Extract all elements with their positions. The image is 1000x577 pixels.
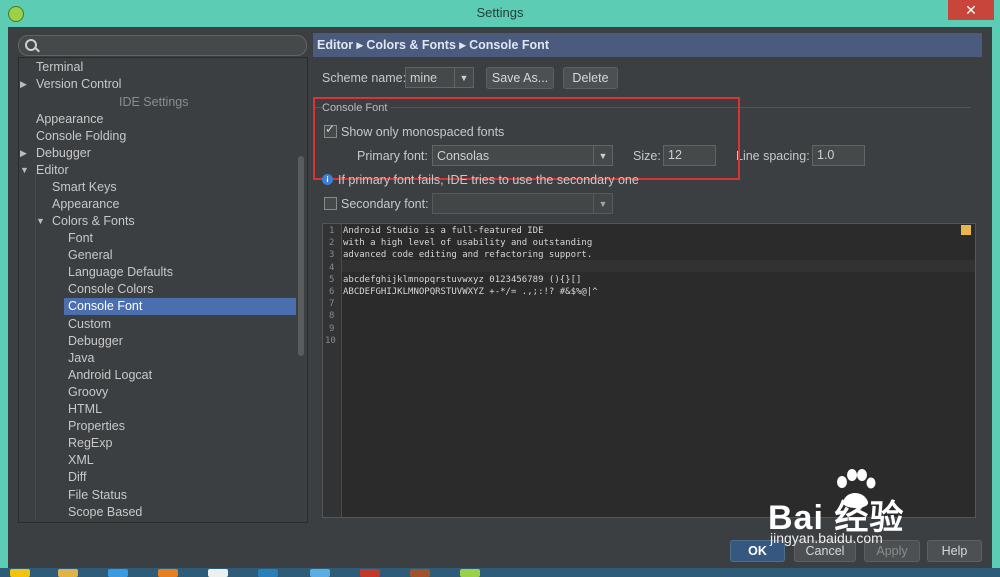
search-icon <box>25 39 37 51</box>
taskbar-app-icon[interactable] <box>208 569 228 577</box>
highlight-annotation-box <box>313 97 740 180</box>
taskbar-app-icon[interactable] <box>360 569 380 577</box>
line-number: 3 <box>329 250 335 261</box>
tree-item-groovy[interactable]: Groovy <box>64 384 296 401</box>
tree-item-editor-appearance[interactable]: Appearance <box>52 196 119 213</box>
collapse-arrow-icon[interactable]: ▼ <box>36 213 45 230</box>
expand-arrow-icon[interactable]: ▶ <box>20 76 27 93</box>
tree-scrollbar[interactable] <box>298 156 304 356</box>
scheme-name-value: mine <box>410 71 438 85</box>
chevron-down-icon: ▼ <box>593 194 612 213</box>
preview-code-line: ABCDEFGHIJKLMNOPQRSTUVWXYZ +-*/= .,;:!? … <box>343 287 598 297</box>
tree-item-general[interactable]: General <box>64 247 296 264</box>
expand-arrow-icon[interactable]: ▶ <box>20 145 27 162</box>
line-number: 9 <box>329 323 335 334</box>
breadcrumb: Editor ▸ Colors & Fonts ▸ Console Font <box>313 33 982 57</box>
line-spacing-label: Line spacing: <box>736 149 810 163</box>
save-as-button[interactable]: Save As... <box>486 67 554 89</box>
tree-item-smart-keys[interactable]: Smart Keys <box>52 179 117 196</box>
tree-item-label: Version Control <box>36 77 122 91</box>
line-number: 8 <box>329 311 335 322</box>
taskbar-app-icon[interactable] <box>158 569 178 577</box>
collapse-arrow-icon[interactable]: ▼ <box>20 162 29 179</box>
tree-item-debugger[interactable]: Debugger <box>64 333 296 350</box>
window-frame-left <box>0 27 8 577</box>
tree-item-android-logcat[interactable]: Android Logcat <box>64 367 296 384</box>
tree-item-console-font[interactable]: Console Font <box>64 298 296 316</box>
preview-code-line: Android Studio is a full-featured IDE <box>343 226 544 236</box>
tree-item-appearance[interactable]: Appearance <box>36 111 103 128</box>
current-line-highlight <box>342 260 975 272</box>
settings-tree[interactable]: Terminal ▶ Version Control IDE Settings A… <box>18 57 308 523</box>
line-number: 2 <box>329 238 335 249</box>
windows-taskbar <box>0 568 1000 577</box>
secondary-font-label: Secondary font: <box>341 197 429 211</box>
tree-item-properties[interactable]: Properties <box>64 418 296 435</box>
window-title: Settings <box>476 5 524 20</box>
taskbar-app-icon[interactable] <box>58 569 78 577</box>
secondary-font-checkbox[interactable] <box>324 197 337 210</box>
tree-item-xml[interactable]: XML <box>64 452 296 469</box>
line-number: 7 <box>329 299 335 310</box>
taskbar-app-icon[interactable] <box>108 569 128 577</box>
tree-item-label: Colors & Fonts <box>52 214 135 228</box>
baidu-paw-icon <box>837 469 876 508</box>
watermark-url: jingyan.baidu.com <box>770 530 883 546</box>
tree-item-scope-based[interactable]: Scope Based <box>64 504 296 521</box>
title-bar: Settings ✕ <box>0 0 1000 27</box>
scheme-name-label: Scheme name: <box>322 71 407 85</box>
tree-item-debugger[interactable]: ▶ Debugger <box>20 145 91 162</box>
help-button[interactable]: Help <box>927 540 982 562</box>
line-number: 5 <box>329 274 335 285</box>
scheme-name-dropdown[interactable]: mine ▼ <box>405 67 474 88</box>
tree-item-font[interactable]: Font <box>64 230 296 247</box>
tree-item-version-control[interactable]: ▶ Version Control <box>20 76 122 93</box>
delete-button[interactable]: Delete <box>563 67 618 89</box>
close-button[interactable]: ✕ <box>948 0 994 20</box>
tree-item-terminal[interactable]: Terminal <box>36 59 83 76</box>
secondary-font-dropdown[interactable]: ▼ <box>432 193 613 214</box>
tree-item-file-status[interactable]: File Status <box>64 487 296 504</box>
tree-item-console-folding[interactable]: Console Folding <box>36 128 126 145</box>
preview-code-line: abcdefghijklmnopqrstuvwxyz 0123456789 ()… <box>343 274 582 285</box>
line-number: 4 <box>329 262 335 273</box>
chevron-down-icon: ▼ <box>454 68 473 87</box>
baidu-jingyan-watermark: Bai 经验 jingyan.baidu.com <box>768 468 978 546</box>
tree-item-label: Debugger <box>36 146 91 160</box>
preview-code-line: with a high level of usability and outst… <box>343 238 593 249</box>
taskbar-app-icon[interactable] <box>258 569 278 577</box>
preview-code-line: advanced code editing and refactoring su… <box>343 250 593 261</box>
settings-search-input[interactable] <box>18 35 307 56</box>
tree-item-editor[interactable]: ▼ Editor <box>20 162 69 179</box>
taskbar-app-icon[interactable] <box>310 569 330 577</box>
error-stripe-marker[interactable] <box>961 225 971 235</box>
line-number: 1 <box>329 226 335 236</box>
tree-item-label: Editor <box>36 163 69 177</box>
tree-item-custom[interactable]: Custom <box>64 316 296 333</box>
tree-item-java[interactable]: Java <box>64 350 296 367</box>
line-number: 10 <box>325 335 336 346</box>
tree-item-console-colors[interactable]: Console Colors <box>64 281 296 298</box>
fallback-info-text: If primary font fails, IDE tries to use … <box>338 173 639 187</box>
tree-item-colors-fonts[interactable]: ▼ Colors & Fonts <box>36 213 135 230</box>
taskbar-app-icon[interactable] <box>460 569 480 577</box>
taskbar-app-icon[interactable] <box>10 569 30 577</box>
tree-item-html[interactable]: HTML <box>64 401 296 418</box>
line-number: 6 <box>329 287 335 297</box>
section-header-ide-settings: IDE Settings <box>119 95 189 109</box>
info-icon: i <box>322 174 333 185</box>
tree-item-language-defaults[interactable]: Language Defaults <box>64 264 296 281</box>
window-frame-right <box>992 27 1000 577</box>
taskbar-app-icon[interactable] <box>410 569 430 577</box>
line-spacing-field[interactable]: 1.0 <box>812 145 865 166</box>
tree-item-diff[interactable]: Diff <box>64 469 296 486</box>
tree-item-regexp[interactable]: RegExp <box>64 435 296 452</box>
